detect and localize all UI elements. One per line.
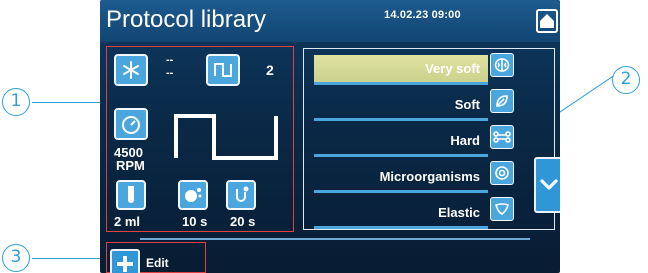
protocol-row-hard[interactable]: Hard (314, 127, 488, 157)
pulse-wave-icon[interactable] (206, 54, 240, 86)
cooling-value-top: -- (166, 54, 174, 66)
liver-icon[interactable] (490, 197, 514, 221)
protocol-row-very-soft[interactable]: Very soft (314, 55, 488, 85)
row-divider (314, 190, 488, 193)
protocol-row-soft[interactable]: Soft (314, 91, 488, 121)
protocol-label: Elastic (438, 205, 480, 220)
top-bar: Protocol library 14.02.23 09:00 (100, 0, 560, 42)
pulse-count: 2 (266, 62, 274, 78)
microorganism-icon[interactable] (490, 161, 514, 185)
volume-value: 2 ml (114, 214, 141, 229)
pause-time-icon[interactable] (226, 180, 256, 210)
bone-icon[interactable] (490, 125, 514, 149)
protocol-list-panel: Very soft Soft Hard Microorganisms Elast… (303, 48, 560, 230)
row-divider (314, 118, 488, 121)
tube-icon[interactable] (116, 180, 146, 210)
edit-button-label[interactable]: Edit (146, 256, 169, 270)
home-icon[interactable] (536, 9, 558, 33)
row-divider (314, 82, 488, 85)
protocol-row-microorganisms[interactable]: Microorganisms (314, 163, 488, 193)
callout-2: 2 (612, 66, 640, 94)
plus-icon[interactable] (110, 249, 140, 273)
callout-3: 3 (2, 244, 30, 272)
protocol-row-elastic[interactable]: Elastic (314, 199, 488, 229)
date-time: 14.02.23 09:00 (384, 9, 461, 21)
protocol-label: Microorganisms (379, 169, 480, 184)
cooling-value-bottom: -- (166, 67, 174, 79)
speed-unit: RPM (116, 158, 145, 173)
pulse-waveform (174, 114, 278, 160)
protocol-label: Hard (450, 133, 480, 148)
brain-icon[interactable] (490, 53, 514, 77)
process-time-icon[interactable] (178, 180, 208, 210)
device-screen: Protocol library 14.02.23 09:00 -- -- 2 … (100, 0, 560, 273)
chevron-down-icon[interactable] (534, 157, 560, 213)
callout-1: 1 (2, 88, 30, 116)
process-time-value: 10 s (182, 214, 208, 229)
row-divider (314, 154, 488, 157)
protocol-label: Soft (454, 97, 480, 112)
protocol-label: Very soft (425, 61, 480, 76)
list-divider (140, 238, 530, 240)
pause-time-value: 20 s (230, 214, 256, 229)
page-title: Protocol library (106, 6, 267, 33)
snowflake-icon[interactable] (114, 54, 148, 86)
row-divider (314, 226, 488, 229)
gauge-icon[interactable] (114, 108, 148, 140)
leaf-icon[interactable] (490, 89, 514, 113)
